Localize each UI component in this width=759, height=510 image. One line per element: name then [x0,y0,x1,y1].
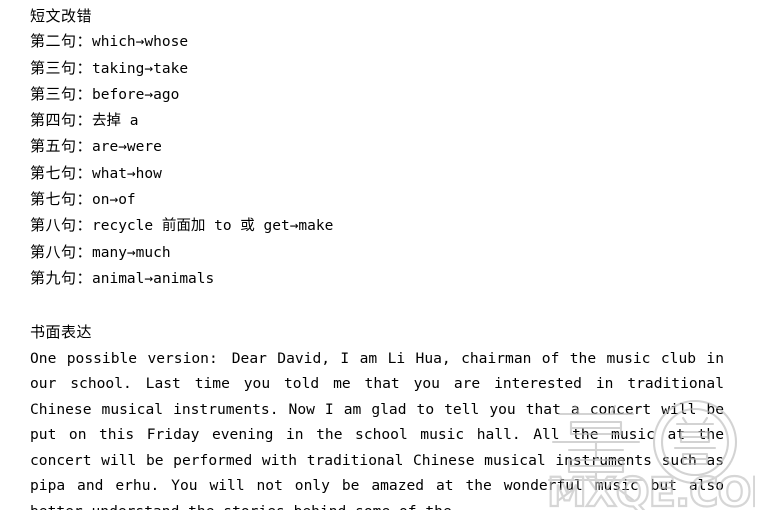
correction-list: 第二句：which→whose 第三句：taking→take 第三句：befo… [30,29,726,292]
correction-item-value: animal→animals [92,270,215,287]
correction-item-value: before→ago [92,86,180,103]
correction-item-value: are→were [92,139,162,156]
correction-item: 第七句：what→how [30,161,726,187]
document-page: 短文改错 第二句：which→whose 第三句：taking→take 第三句… [0,0,759,510]
correction-item-value: many→much [92,244,171,261]
correction-item-label: 第五句： [30,137,93,156]
correction-item-label: 第二句： [30,32,93,51]
correction-item-label: 第八句： [30,216,93,235]
correction-item: 第三句：taking→take [30,56,726,82]
correction-item-label: 第四句： [30,111,93,130]
correction-item: 第九句：animal→animals [30,266,726,292]
correction-item-value: 去掉 a [92,113,139,130]
correction-item-value: which→whose [92,34,189,51]
correction-item: 第八句：recycle 前面加 to 或 get→make [30,213,726,239]
correction-item-value: what→how [92,165,162,182]
correction-item-label: 第七句： [30,190,93,209]
correction-item-label: 第三句： [30,58,93,77]
correction-item-label: 第三句： [30,84,93,103]
section-divider-gap [30,292,726,320]
correction-item-label: 第七句： [30,163,93,182]
document-content: 短文改错 第二句：which→whose 第三句：taking→take 第三句… [30,4,726,510]
composition-section-title: 书面表达 [30,323,93,342]
composition-paragraph: One possible version: Dear David, I am Li… [30,346,724,510]
correction-item: 第五句：are→were [30,134,726,160]
correction-item: 第四句：去掉 a [30,108,726,134]
correction-item-value: taking→take [92,60,189,77]
correction-item: 第八句：many→much [30,240,726,266]
correction-item-value: recycle 前面加 to 或 get→make [92,218,334,235]
correction-item: 第七句：on→of [30,187,726,213]
correction-item-label: 第九句： [30,268,93,287]
correction-section-title: 短文改错 [30,7,93,25]
correction-item-value: on→of [92,192,136,209]
correction-item: 第二句：which→whose [30,29,726,55]
correction-item: 第三句：before→ago [30,82,726,108]
composition-body-text: Dear David, I am Li Hua, chairman of the… [30,349,724,510]
composition-lead-in: One possible version: [30,349,218,367]
correction-item-label: 第八句： [30,242,93,261]
